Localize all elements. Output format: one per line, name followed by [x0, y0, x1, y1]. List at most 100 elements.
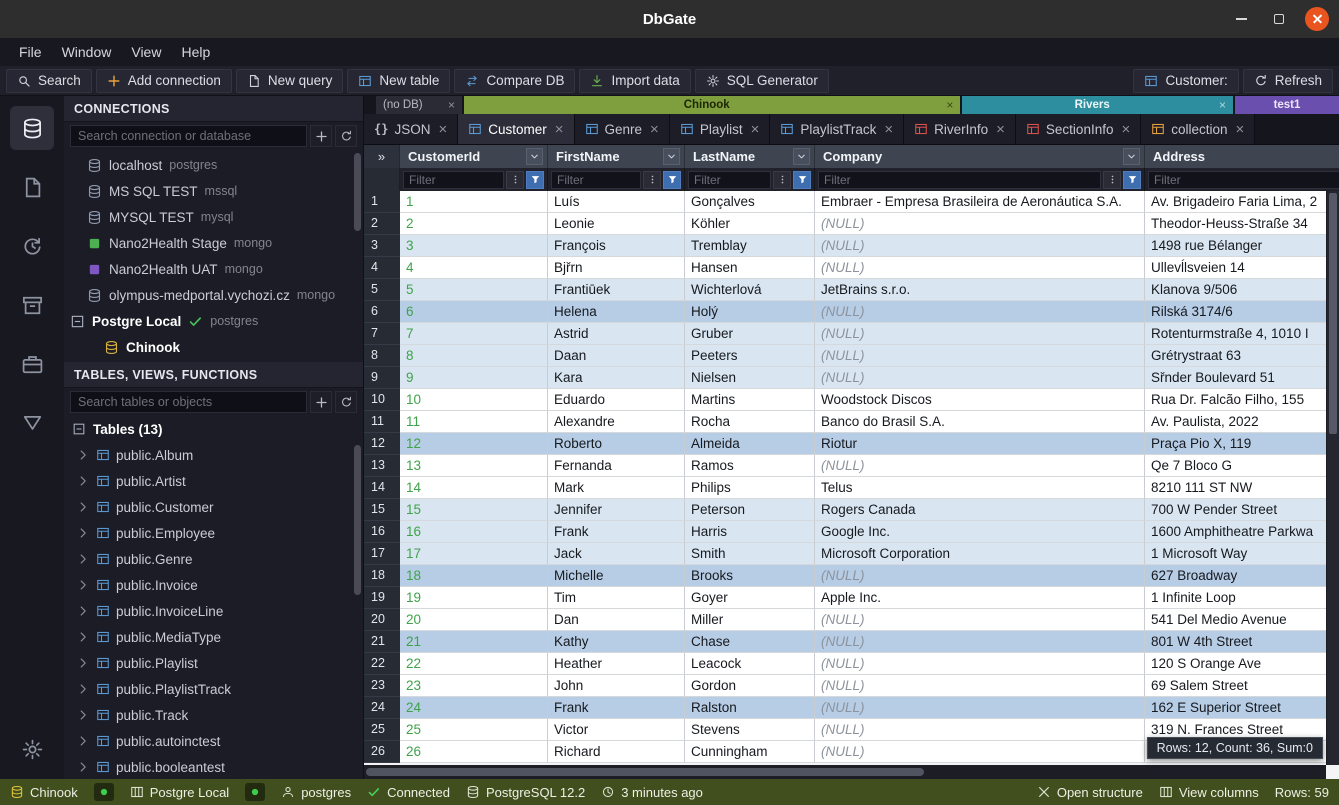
cell[interactable]: Banco do Brasil S.A. [815, 411, 1145, 433]
table-row[interactable]: 66HelenaHolý(NULL)Rilská 3174/6 [364, 301, 1339, 323]
column-header-firstname[interactable]: FirstName [548, 145, 685, 168]
add-table-button[interactable] [310, 391, 332, 413]
scrollbar-thumb[interactable] [354, 445, 361, 595]
status-postgre-local[interactable]: Postgre Local [130, 785, 230, 800]
toolbar-button-sql-generator[interactable]: SQL Generator [695, 69, 829, 93]
table-row[interactable]: 1111AlexandreRochaBanco do Brasil S.A.Av… [364, 411, 1339, 433]
db-tab-rivers[interactable]: Rivers× [962, 96, 1233, 114]
cell[interactable]: Hansen [685, 257, 815, 279]
cell[interactable]: Rotenturmstraße 4, 1010 I [1145, 323, 1339, 345]
table-row[interactable]: 2121KathyChase(NULL)801 W 4th Street [364, 631, 1339, 653]
cell[interactable]: (NULL) [815, 653, 1145, 675]
toolbar-button-new-query[interactable]: New query [236, 69, 344, 93]
cell[interactable]: 15 [400, 499, 548, 521]
dots-vertical-icon[interactable] [643, 171, 661, 189]
connections-search-input[interactable] [70, 125, 307, 147]
toolbar-button-import-data[interactable]: Import data [579, 69, 690, 93]
add-connection-button[interactable] [310, 125, 332, 147]
cell[interactable]: Woodstock Discos [815, 389, 1145, 411]
cell[interactable]: Luís [548, 191, 685, 213]
cell[interactable]: 20 [400, 609, 548, 631]
cell[interactable]: Grétrystraat 63 [1145, 345, 1339, 367]
cell[interactable]: Microsoft Corporation [815, 543, 1145, 565]
db-tab-chinook[interactable]: Chinook× [464, 96, 960, 114]
cell[interactable]: Bjřrn [548, 257, 685, 279]
table-item-public-invoice[interactable]: public.Invoice [64, 572, 363, 598]
table-row[interactable]: 1616FrankHarrisGoogle Inc.1600 Amphithea… [364, 521, 1339, 543]
connection-chinook[interactable]: Chinook [64, 334, 363, 360]
cell[interactable]: JetBrains s.r.o. [815, 279, 1145, 301]
cell[interactable]: (NULL) [815, 257, 1145, 279]
column-header-address[interactable]: Address [1145, 145, 1339, 168]
cell[interactable]: 700 W Pender Street [1145, 499, 1339, 521]
connection-postgre-local[interactable]: Postgre Localpostgres [64, 308, 363, 334]
connection-nano2health-stage[interactable]: Nano2Health Stagemongo [64, 230, 363, 256]
dots-vertical-icon[interactable] [506, 171, 524, 189]
menu-help[interactable]: Help [172, 42, 219, 62]
close-icon[interactable]: × [1236, 122, 1245, 137]
grid-horizontal-scrollbar[interactable] [364, 765, 1326, 779]
cell[interactable]: Praça Pio X, 119 [1145, 433, 1339, 455]
cell[interactable]: (NULL) [815, 631, 1145, 653]
table-row[interactable]: 1414MarkPhilipsTelus8210 111 ST NW [364, 477, 1339, 499]
table-item-public-playlist[interactable]: public.Playlist [64, 650, 363, 676]
table-item-public-booleantest[interactable]: public.booleantest [64, 754, 363, 779]
chevron-down-icon[interactable] [1123, 148, 1140, 165]
chevron-down-icon[interactable] [793, 148, 810, 165]
cell[interactable]: (NULL) [815, 345, 1145, 367]
menu-file[interactable]: File [10, 42, 51, 62]
filter-input-address[interactable] [1148, 171, 1339, 189]
cell[interactable]: 14 [400, 477, 548, 499]
cell[interactable]: 1 Microsoft Way [1145, 543, 1339, 565]
cell[interactable]: (NULL) [815, 455, 1145, 477]
status-postgresql-12-2[interactable]: PostgreSQL 12.2 [466, 785, 585, 800]
cell[interactable]: 8210 111 ST NW [1145, 477, 1339, 499]
refresh-tables-button[interactable] [335, 391, 357, 413]
cell[interactable]: (NULL) [815, 235, 1145, 257]
table-item-public-track[interactable]: public.Track [64, 702, 363, 728]
status-view-columns[interactable]: View columns [1159, 785, 1259, 800]
cell[interactable]: (NULL) [815, 323, 1145, 345]
cell[interactable]: Brooks [685, 565, 815, 587]
cell[interactable]: Richard [548, 741, 685, 763]
filter-input-firstname[interactable] [551, 171, 641, 189]
status-chinook[interactable]: Chinook [10, 785, 78, 800]
connection-ms-sql-test[interactable]: MS SQL TESTmssql [64, 178, 363, 204]
cell[interactable]: 22 [400, 653, 548, 675]
filter-input-company[interactable] [818, 171, 1101, 189]
status-rows-59[interactable]: Rows: 59 [1275, 785, 1329, 800]
cell[interactable]: Rogers Canada [815, 499, 1145, 521]
cell[interactable]: Qe 7 Bloco G [1145, 455, 1339, 477]
cell[interactable]: 21 [400, 631, 548, 653]
funnel-icon[interactable] [793, 171, 811, 189]
close-icon[interactable] [1305, 7, 1329, 31]
cell[interactable]: Rilská 3174/6 [1145, 301, 1339, 323]
tab-genre[interactable]: Genre× [575, 114, 670, 144]
table-row[interactable]: 2424FrankRalston(NULL)162 E Superior Str… [364, 697, 1339, 719]
table-item-public-autoinctest[interactable]: public.autoinctest [64, 728, 363, 754]
cell[interactable]: 120 S Orange Ave [1145, 653, 1339, 675]
toolbar-button-customer[interactable]: Customer: [1133, 69, 1238, 93]
status-3-minutes-ago[interactable]: 3 minutes ago [601, 785, 703, 800]
sidebar-briefcase-button[interactable] [10, 342, 54, 386]
toolbar-button-refresh[interactable]: Refresh [1243, 69, 1333, 93]
cell[interactable]: 23 [400, 675, 548, 697]
close-icon[interactable]: × [884, 122, 893, 137]
cell[interactable]: 5 [400, 279, 548, 301]
cell[interactable]: 8 [400, 345, 548, 367]
toolbar-button-compare-db[interactable]: Compare DB [454, 69, 575, 93]
scrollbar-thumb[interactable] [1329, 193, 1337, 434]
cell[interactable]: Mark [548, 477, 685, 499]
table-row[interactable]: 11LuísGonçalvesEmbraer - Empresa Brasile… [364, 191, 1339, 213]
cell[interactable]: Philips [685, 477, 815, 499]
table-row[interactable]: 33FrançoisTremblay(NULL)1498 rue Bélange… [364, 235, 1339, 257]
close-icon[interactable]: × [555, 122, 564, 137]
cell[interactable]: François [548, 235, 685, 257]
filter-input-lastname[interactable] [688, 171, 771, 189]
cell[interactable]: Rocha [685, 411, 815, 433]
cell[interactable]: Tremblay [685, 235, 815, 257]
cell[interactable]: 162 E Superior Street [1145, 697, 1339, 719]
connection-nano2health-uat[interactable]: Nano2Health UATmongo [64, 256, 363, 282]
table-item-public-artist[interactable]: public.Artist [64, 468, 363, 494]
tables-panel-header[interactable]: TABLES, VIEWS, FUNCTIONS [64, 362, 363, 388]
